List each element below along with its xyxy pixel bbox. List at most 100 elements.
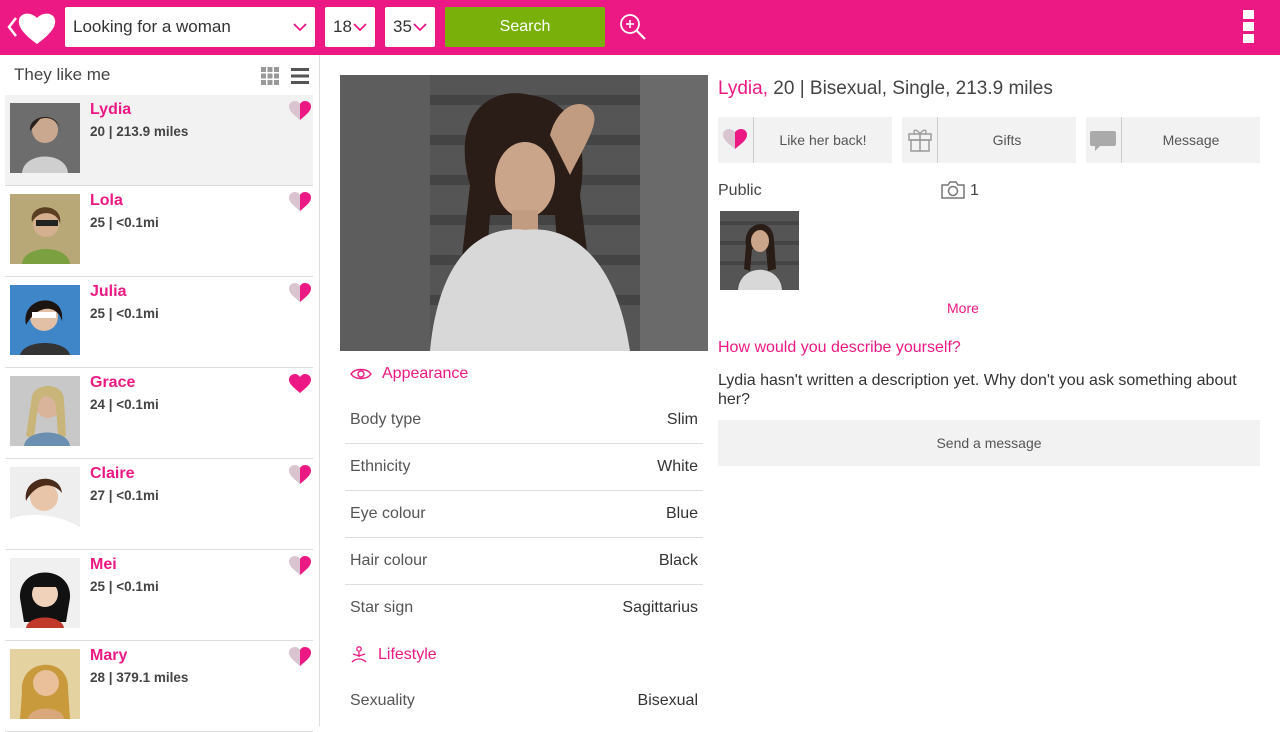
like-back-label: Like her back! — [779, 132, 867, 148]
sidebar-header: They like me — [0, 55, 319, 95]
sidebar: They like me Lydia 20 | 213.9 miles Lola… — [0, 55, 320, 732]
detail-key: Body type — [350, 411, 422, 428]
message-label: Message — [1162, 132, 1220, 148]
grid-view-icon[interactable] — [261, 67, 279, 85]
chevron-down-icon — [353, 23, 367, 32]
list-item[interactable]: Grace 24 | <0.1mi — [5, 368, 313, 459]
back-arrow-icon — [7, 17, 17, 37]
photo-count: 1 — [970, 182, 979, 199]
looking-for-select[interactable]: Looking for a woman — [65, 7, 315, 47]
looking-for-value: Looking for a woman — [73, 17, 231, 36]
like-heart-icon[interactable] — [289, 283, 311, 302]
age-max-select[interactable]: 35 — [385, 7, 435, 47]
person-name: Claire — [90, 465, 135, 482]
person-name: Mary — [90, 647, 128, 664]
search-button[interactable]: Search — [445, 7, 605, 47]
appearance-header: Appearance — [340, 351, 708, 397]
person-name: Mei — [90, 556, 117, 573]
half-heart-icon — [723, 129, 747, 149]
profile-summary: Lydia, 20 | Bisexual, Single, 213.9 mile… — [718, 75, 1260, 466]
list-item[interactable]: Mei 25 | <0.1mi — [5, 550, 313, 641]
lifestyle-title: Lifestyle — [378, 646, 437, 663]
heart-logo-icon — [18, 13, 56, 44]
people-list: Lydia 20 | 213.9 miles Lola 25 | <0.1mi … — [0, 95, 319, 732]
person-meta: 25 | <0.1mi — [90, 579, 159, 594]
yoga-icon — [351, 646, 367, 663]
like-back-button[interactable]: Like her back! — [718, 117, 892, 163]
person-meta: 27 | <0.1mi — [90, 488, 159, 503]
detail-value: Blue — [665, 505, 698, 522]
message-button[interactable]: Message — [1086, 117, 1260, 163]
detail-row: Sexuality Bisexual — [345, 678, 703, 725]
person-name: Grace — [90, 374, 136, 391]
overflow-menu-icon[interactable] — [1243, 10, 1257, 46]
avatar — [10, 194, 80, 264]
person-name: Lola — [90, 192, 123, 209]
avatar — [10, 558, 80, 628]
like-heart-icon[interactable] — [289, 192, 311, 211]
eye-icon — [350, 368, 372, 380]
gifts-button[interactable]: Gifts — [902, 117, 1076, 163]
avatar — [10, 103, 80, 173]
avatar — [10, 467, 80, 537]
profile-headline: Lydia, 20 | Bisexual, Single, 213.9 mile… — [718, 78, 1260, 100]
gift-icon — [908, 129, 932, 152]
like-icon-cell — [718, 117, 754, 163]
list-item[interactable]: Lola 25 | <0.1mi — [5, 186, 313, 277]
list-view-icon[interactable] — [291, 67, 309, 85]
lifestyle-header: Lifestyle — [340, 632, 708, 678]
detail-row: Star sign Sagittarius — [345, 585, 703, 632]
profile-summary-text: 20 | Bisexual, Single, 213.9 miles — [768, 78, 1053, 99]
detail-key: Sexuality — [350, 692, 415, 709]
describe-question: How would you describe yourself? — [718, 339, 961, 356]
chevron-down-icon — [293, 23, 307, 32]
detail-value: Sagittarius — [622, 599, 698, 616]
public-photo-thumbnail[interactable] — [720, 211, 799, 290]
avatar — [10, 376, 80, 446]
detail-row: Hair colour Black — [345, 538, 703, 585]
detail-value: Slim — [666, 411, 698, 428]
age-min-value: 18 — [333, 17, 352, 36]
detail-key: Eye colour — [350, 505, 426, 522]
age-min-select[interactable]: 18 — [325, 7, 375, 47]
detail-key: Ethnicity — [350, 458, 411, 475]
main-profile-photo[interactable] — [340, 75, 708, 351]
list-item[interactable]: Lydia 20 | 213.9 miles — [5, 95, 313, 186]
more-link[interactable]: More — [947, 300, 979, 316]
top-bar: Looking for a woman 18 35 Search — [0, 0, 1280, 55]
profile-name: Lydia, — [718, 78, 768, 99]
gift-icon-cell — [902, 117, 938, 163]
action-buttons: Like her back! Gifts Message — [718, 117, 1260, 163]
person-meta: 25 | <0.1mi — [90, 215, 159, 230]
avatar — [10, 285, 80, 355]
sidebar-title: They like me — [14, 65, 111, 84]
back-button[interactable] — [4, 8, 60, 48]
person-meta: 25 | <0.1mi — [90, 306, 159, 321]
zoom-search-icon[interactable] — [618, 12, 648, 42]
chat-bubble-icon — [1090, 131, 1116, 151]
like-heart-icon[interactable] — [289, 556, 311, 575]
chevron-down-icon — [413, 23, 427, 32]
list-item[interactable]: Claire 27 | <0.1mi — [5, 459, 313, 550]
list-item[interactable]: Julia 25 | <0.1mi — [5, 277, 313, 368]
message-icon-cell — [1086, 117, 1122, 163]
like-heart-icon[interactable] — [289, 101, 311, 120]
detail-key: Hair colour — [350, 552, 428, 569]
age-max-value: 35 — [393, 17, 412, 36]
detail-value: White — [657, 458, 698, 475]
detail-row: Eye colour Blue — [345, 491, 703, 538]
send-message-button[interactable]: Send a message — [718, 420, 1260, 466]
detail-value: Black — [658, 552, 698, 569]
list-item[interactable]: Mary 28 | 379.1 miles — [5, 641, 313, 732]
like-heart-icon[interactable] — [289, 465, 311, 484]
person-meta: 24 | <0.1mi — [90, 397, 159, 412]
gifts-label: Gifts — [992, 132, 1022, 148]
like-heart-icon[interactable] — [289, 374, 311, 393]
person-name: Julia — [90, 283, 127, 300]
describe-answer: Lydia hasn't written a description yet. … — [718, 372, 1237, 408]
detail-key: Star sign — [350, 599, 414, 616]
like-heart-icon[interactable] — [289, 647, 311, 666]
public-photos-label: Public — [718, 182, 762, 199]
detail-value: Bisexual — [637, 692, 698, 709]
profile-details: Appearance Body type Slim Ethnicity Whit… — [340, 75, 708, 725]
